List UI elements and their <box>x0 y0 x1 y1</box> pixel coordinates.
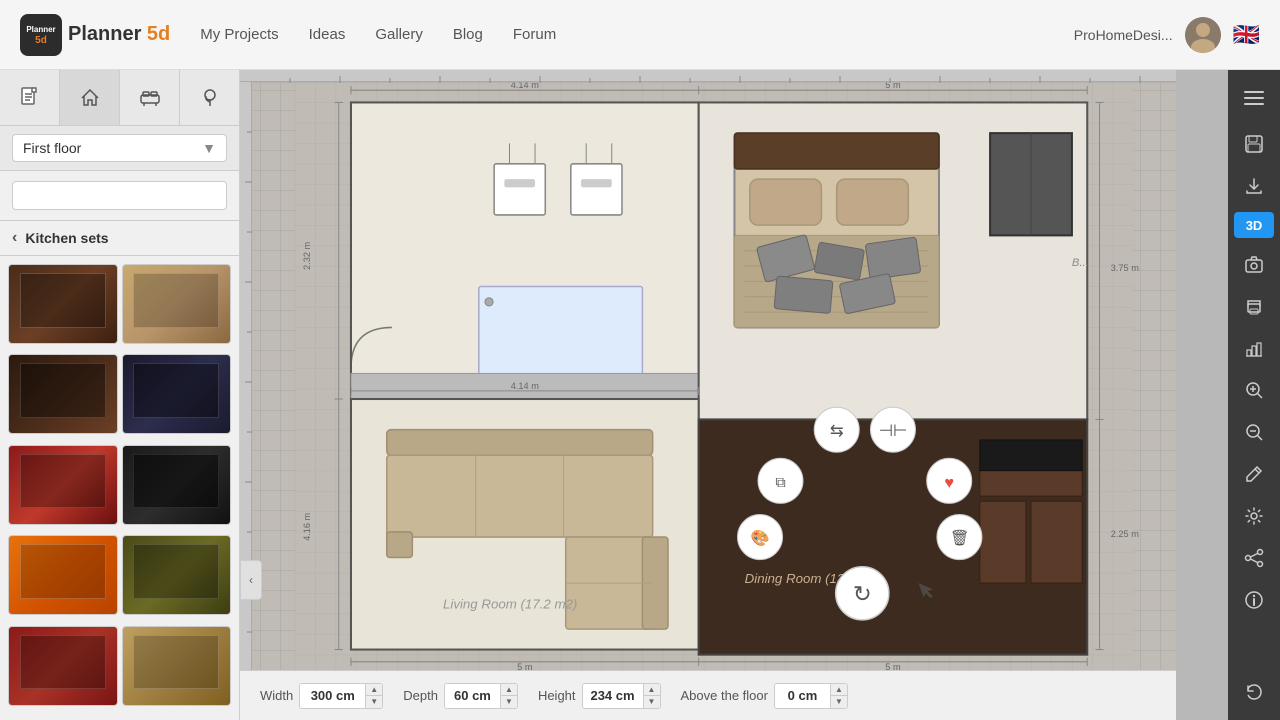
height-input[interactable] <box>583 684 643 707</box>
svg-text:B...: B... <box>1072 257 1089 269</box>
height-label: Height <box>538 688 576 703</box>
print-button[interactable] <box>1234 286 1274 326</box>
floor-select-box[interactable]: First floor ▼ <box>12 134 227 162</box>
depth-up-arrow[interactable]: ▲ <box>501 684 517 696</box>
svg-text:♥: ♥ <box>944 474 954 492</box>
edit-button[interactable] <box>1234 454 1274 494</box>
svg-text:↻: ↻ <box>853 581 872 606</box>
svg-text:Living Room (17.2 m2): Living Room (17.2 m2) <box>443 597 577 612</box>
depth-input[interactable] <box>445 684 500 707</box>
depth-input-wrap: ▲ ▼ <box>444 683 518 709</box>
above-floor-label: Above the floor <box>681 688 768 703</box>
bottom-bar: Width ▲ ▼ Depth ▲ ▼ <box>240 670 1176 720</box>
category-label: Kitchen sets <box>25 230 108 246</box>
category-header: ‹ Kitchen sets <box>0 221 239 256</box>
sidebar-icon-furniture[interactable] <box>120 70 180 125</box>
height-up-arrow[interactable]: ▲ <box>644 684 660 696</box>
list-item[interactable] <box>122 264 232 344</box>
svg-text:🎨: 🎨 <box>750 528 769 547</box>
svg-text:4.14 m: 4.14 m <box>511 82 539 90</box>
svg-text:5 m: 5 m <box>885 82 901 90</box>
svg-text:5 m: 5 m <box>885 662 901 670</box>
right-sidebar: 3D <box>1228 70 1280 720</box>
download-button[interactable] <box>1234 166 1274 206</box>
left-sidebar: First floor ▼ 🔍 ‹ Kitchen sets <box>0 70 240 720</box>
svg-text:5 m: 5 m <box>517 662 533 670</box>
nav-forum[interactable]: Forum <box>513 26 556 43</box>
svg-text:⧉: ⧉ <box>775 475 785 491</box>
nav-blog[interactable]: Blog <box>453 26 483 43</box>
ruler-top <box>240 70 1176 82</box>
settings-button[interactable] <box>1234 496 1274 536</box>
svg-text:4.16 m: 4.16 m <box>302 512 312 540</box>
svg-text:2.32 m: 2.32 m <box>302 241 312 269</box>
collapse-sidebar-button[interactable]: ‹ <box>240 560 262 600</box>
search-container: 🔍 <box>0 171 239 221</box>
svg-text:2.25 m: 2.25 m <box>1111 529 1139 539</box>
sidebar-icon-file[interactable] <box>0 70 60 125</box>
width-down-arrow[interactable]: ▼ <box>366 696 382 708</box>
language-flag[interactable]: 🇬🇧 <box>1233 22 1260 48</box>
list-item[interactable] <box>8 445 118 525</box>
depth-label: Depth <box>403 688 438 703</box>
list-item[interactable] <box>8 264 118 344</box>
width-up-arrow[interactable]: ▲ <box>366 684 382 696</box>
nav-links: My Projects Ideas Gallery Blog Forum <box>200 26 556 43</box>
items-grid <box>0 256 239 720</box>
floor-plan[interactable]: B... Living Room (17.2 m2) <box>252 82 1176 670</box>
height-input-wrap: ▲ ▼ <box>582 683 661 709</box>
sidebar-icon-home[interactable] <box>60 70 120 125</box>
back-button[interactable]: ‹ <box>12 229 17 247</box>
list-item[interactable] <box>122 626 232 706</box>
nav-my-projects[interactable]: My Projects <box>200 26 278 43</box>
list-item[interactable] <box>8 354 118 434</box>
info-button[interactable] <box>1234 580 1274 620</box>
hamburger-menu-button[interactable] <box>1234 78 1274 118</box>
height-field: Height ▲ ▼ <box>538 683 661 709</box>
svg-text:🗑: 🗑 <box>950 529 969 547</box>
chart-button[interactable] <box>1234 328 1274 368</box>
list-item[interactable] <box>122 354 232 434</box>
width-input-wrap: ▲ ▼ <box>299 683 383 709</box>
nav-ideas[interactable]: Ideas <box>309 26 346 43</box>
list-item[interactable] <box>122 445 232 525</box>
width-field: Width ▲ ▼ <box>260 683 383 709</box>
floor-down-arrow[interactable]: ▼ <box>831 696 847 708</box>
width-label: Width <box>260 688 293 703</box>
svg-text:3.75 m: 3.75 m <box>1111 263 1139 273</box>
username: ProHomeDesi... <box>1074 27 1173 43</box>
height-down-arrow[interactable]: ▼ <box>644 696 660 708</box>
undo-button[interactable] <box>1234 672 1274 712</box>
list-item[interactable] <box>8 626 118 706</box>
view-3d-button[interactable]: 3D <box>1234 212 1274 238</box>
zoom-in-button[interactable] <box>1234 370 1274 410</box>
svg-text:4.14 m: 4.14 m <box>511 381 539 391</box>
canvas-area[interactable]: B... Living Room (17.2 m2) <box>240 70 1228 720</box>
list-item[interactable] <box>8 535 118 615</box>
svg-text:⇆: ⇆ <box>830 422 844 440</box>
share-button[interactable] <box>1234 538 1274 578</box>
above-floor-field: Above the floor ▲ ▼ <box>681 683 848 709</box>
list-item[interactable] <box>122 535 232 615</box>
save-button[interactable] <box>1234 124 1274 164</box>
above-floor-input[interactable] <box>775 684 830 707</box>
above-floor-input-wrap: ▲ ▼ <box>774 683 848 709</box>
camera-button[interactable] <box>1234 244 1274 284</box>
width-input[interactable] <box>300 684 365 707</box>
search-input[interactable] <box>12 181 227 210</box>
nav-right: ProHomeDesi... 🇬🇧 <box>1074 17 1260 53</box>
floor-selector: First floor ▼ <box>0 126 239 171</box>
floor-up-arrow[interactable]: ▲ <box>831 684 847 696</box>
logo[interactable]: Planner 5d Planner 5d <box>20 14 170 56</box>
avatar[interactable] <box>1185 17 1221 53</box>
depth-field: Depth ▲ ▼ <box>403 683 518 709</box>
zoom-out-button[interactable] <box>1234 412 1274 452</box>
nav-gallery[interactable]: Gallery <box>375 26 423 43</box>
sidebar-tool-icons <box>0 70 239 126</box>
depth-down-arrow[interactable]: ▼ <box>501 696 517 708</box>
svg-text:Planner: Planner <box>26 25 55 34</box>
svg-text:⊣⊢: ⊣⊢ <box>879 422 908 440</box>
sidebar-icon-plant[interactable] <box>180 70 239 125</box>
svg-text:5d: 5d <box>35 35 47 46</box>
